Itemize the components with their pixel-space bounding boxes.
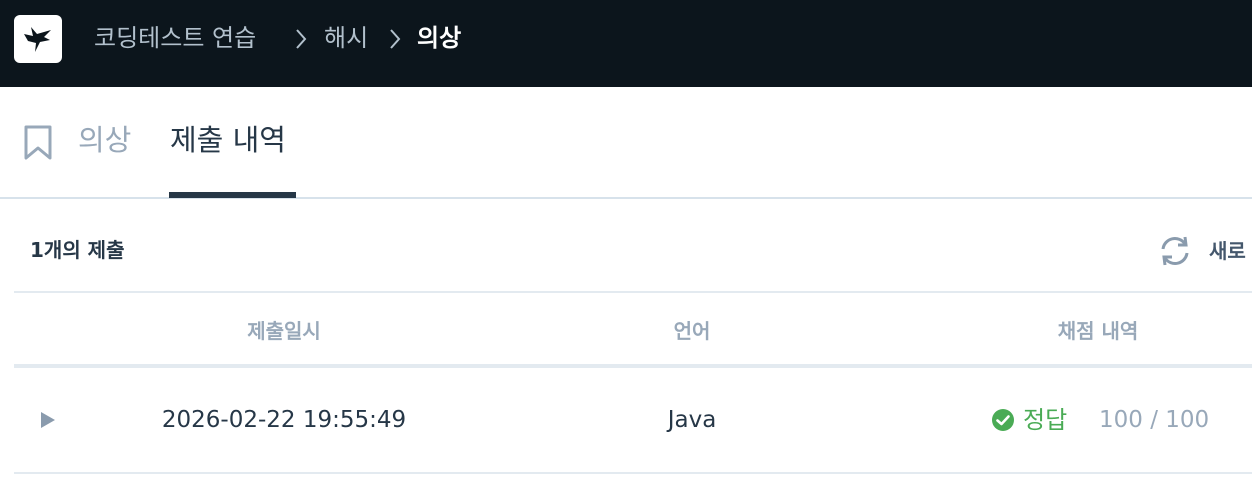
submission-datetime: 2026-02-22 19:55:49 (161, 407, 407, 433)
chevron-right-icon (390, 29, 401, 49)
active-tab-indicator (169, 192, 296, 198)
refresh-label: 새로 (1209, 239, 1246, 263)
result-status: 정답 (1023, 406, 1068, 434)
bookmark-icon[interactable] (22, 124, 54, 162)
chevron-right-icon (296, 29, 307, 49)
tab-problem[interactable]: 의상 (78, 120, 131, 160)
check-circle-icon (992, 409, 1014, 431)
table-row[interactable]: 2026-02-22 19:55:49 Java 정답 100 / 100 (14, 368, 1252, 474)
expand-triangle-icon[interactable] (39, 410, 57, 430)
submission-language: Java (667, 407, 717, 433)
result-score: 100 / 100 (1099, 407, 1210, 433)
column-header-datetime: 제출일시 (247, 319, 321, 343)
table-header: 제출일시 언어 채점 내역 (14, 291, 1252, 368)
breadcrumb-coding-test[interactable]: 코딩테스트 연습 (94, 22, 256, 54)
programmers-logo-icon[interactable] (14, 15, 62, 63)
column-header-language: 언어 (673, 319, 711, 343)
top-navigation-bar: 코딩테스트 연습 해시 의상 (0, 0, 1252, 87)
refresh-icon (1161, 236, 1189, 266)
breadcrumb-hash[interactable]: 해시 (324, 22, 368, 54)
submission-count: 1개의 제출 (30, 238, 125, 262)
breadcrumb-current-problem: 의상 (417, 24, 462, 52)
tab-submissions[interactable]: 제출 내역 (170, 120, 286, 160)
column-header-grading: 채점 내역 (1057, 319, 1139, 343)
problem-tabs: 의상 제출 내역 (0, 87, 1252, 199)
